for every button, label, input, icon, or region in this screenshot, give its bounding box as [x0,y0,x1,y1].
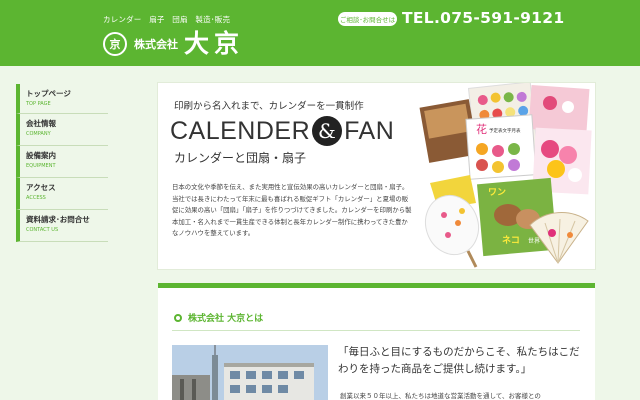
hero-description: 日本の文化や季節を伝え、また実用性と宣伝効果の高いカレンダーと団扇・扇子。当社で… [172,183,412,237]
sidebar-nav: トップページ TOP PAGE 会社情報 COMPANY 設備案内 EQUIPM… [16,84,108,242]
sidebar-item-sublabel: CONTACT US [26,227,59,233]
sidebar-item-access[interactable]: アクセス ACCESS [16,178,108,210]
site-logo[interactable]: 京 株式会社 大京 [103,30,244,58]
site-header: カレンダー 扇子 団扇 製造･販売 京 株式会社 大京 ご相談･お問合せは TE… [0,0,640,66]
hero-title-left: CALENDER [170,116,311,145]
sidebar-item-sublabel: ACCESS [26,195,46,201]
collage-text-dog: ワン [488,187,506,198]
phone-number[interactable]: TEL.075-591-9121 [402,9,564,27]
collage-text-flower: 花 [476,123,487,136]
bullet-circle-icon [174,313,182,322]
product-collage-image: 花 予定表文字月表 ワン ネコ 世界 [419,83,592,268]
hero-title-right: FAN [344,116,395,145]
sidebar-item-label: 会社情報 [26,119,56,128]
company-building-image [172,345,328,400]
hero-banner: 印刷から名入れまで、カレンダーを一貫制作 CALENDER & FAN カレンダ… [158,83,595,269]
sidebar-item-contact[interactable]: 資料請求･お問合せ CONTACT US [16,210,108,242]
sidebar-item-label: 設備案内 [26,151,56,160]
company-prefix: 株式会社 [134,38,178,51]
header-tagline: カレンダー 扇子 団扇 製造･販売 [103,15,231,24]
sidebar-item-label: アクセス [26,183,56,192]
contact-badge: ご相談･お問合せは [338,12,397,26]
logo-mark: 京 [103,32,127,56]
collage-text-schedule: 予定表文字月表 [489,127,521,134]
sidebar-item-top[interactable]: トップページ TOP PAGE [16,84,108,114]
hero-subtitle: 印刷から名入れまで、カレンダーを一貫制作 [174,101,364,112]
section-title: 株式会社 大京とは [188,314,264,324]
section-divider [172,330,580,331]
hero-title-japanese: カレンダーと団扇・扇子 [174,151,307,165]
collage-text-cat: ネコ [502,235,520,246]
sidebar-item-sublabel: TOP PAGE [26,101,51,107]
about-section: 株式会社 大京とは 「毎日ふと目にするものだからこそ、私たちはこだわりを持った商… [158,288,595,400]
sidebar-item-equipment[interactable]: 設備案内 EQUIPMENT [16,146,108,178]
collage-text-world: 世界 [528,237,540,245]
company-name: 大京 [184,29,245,58]
section-heading: 株式会社 大京とは [174,311,263,324]
sidebar-item-company[interactable]: 会社情報 COMPANY [16,114,108,146]
section-body-text: 創業以来５０年以上、私たちは地道な営業活動を通して、お客様との [340,392,541,400]
sidebar-item-sublabel: COMPANY [26,131,51,137]
hero-title: CALENDER & FAN [170,116,394,146]
sidebar-item-sublabel: EQUIPMENT [26,163,56,169]
company-quote: 「毎日ふと目にするものだからこそ、私たちはこだわりを持った商品をご提供し続けます… [338,346,580,375]
ampersand-badge: & [312,116,343,146]
sidebar-item-label: 資料請求･お問合せ [26,215,90,224]
sidebar-item-label: トップページ [26,89,71,98]
